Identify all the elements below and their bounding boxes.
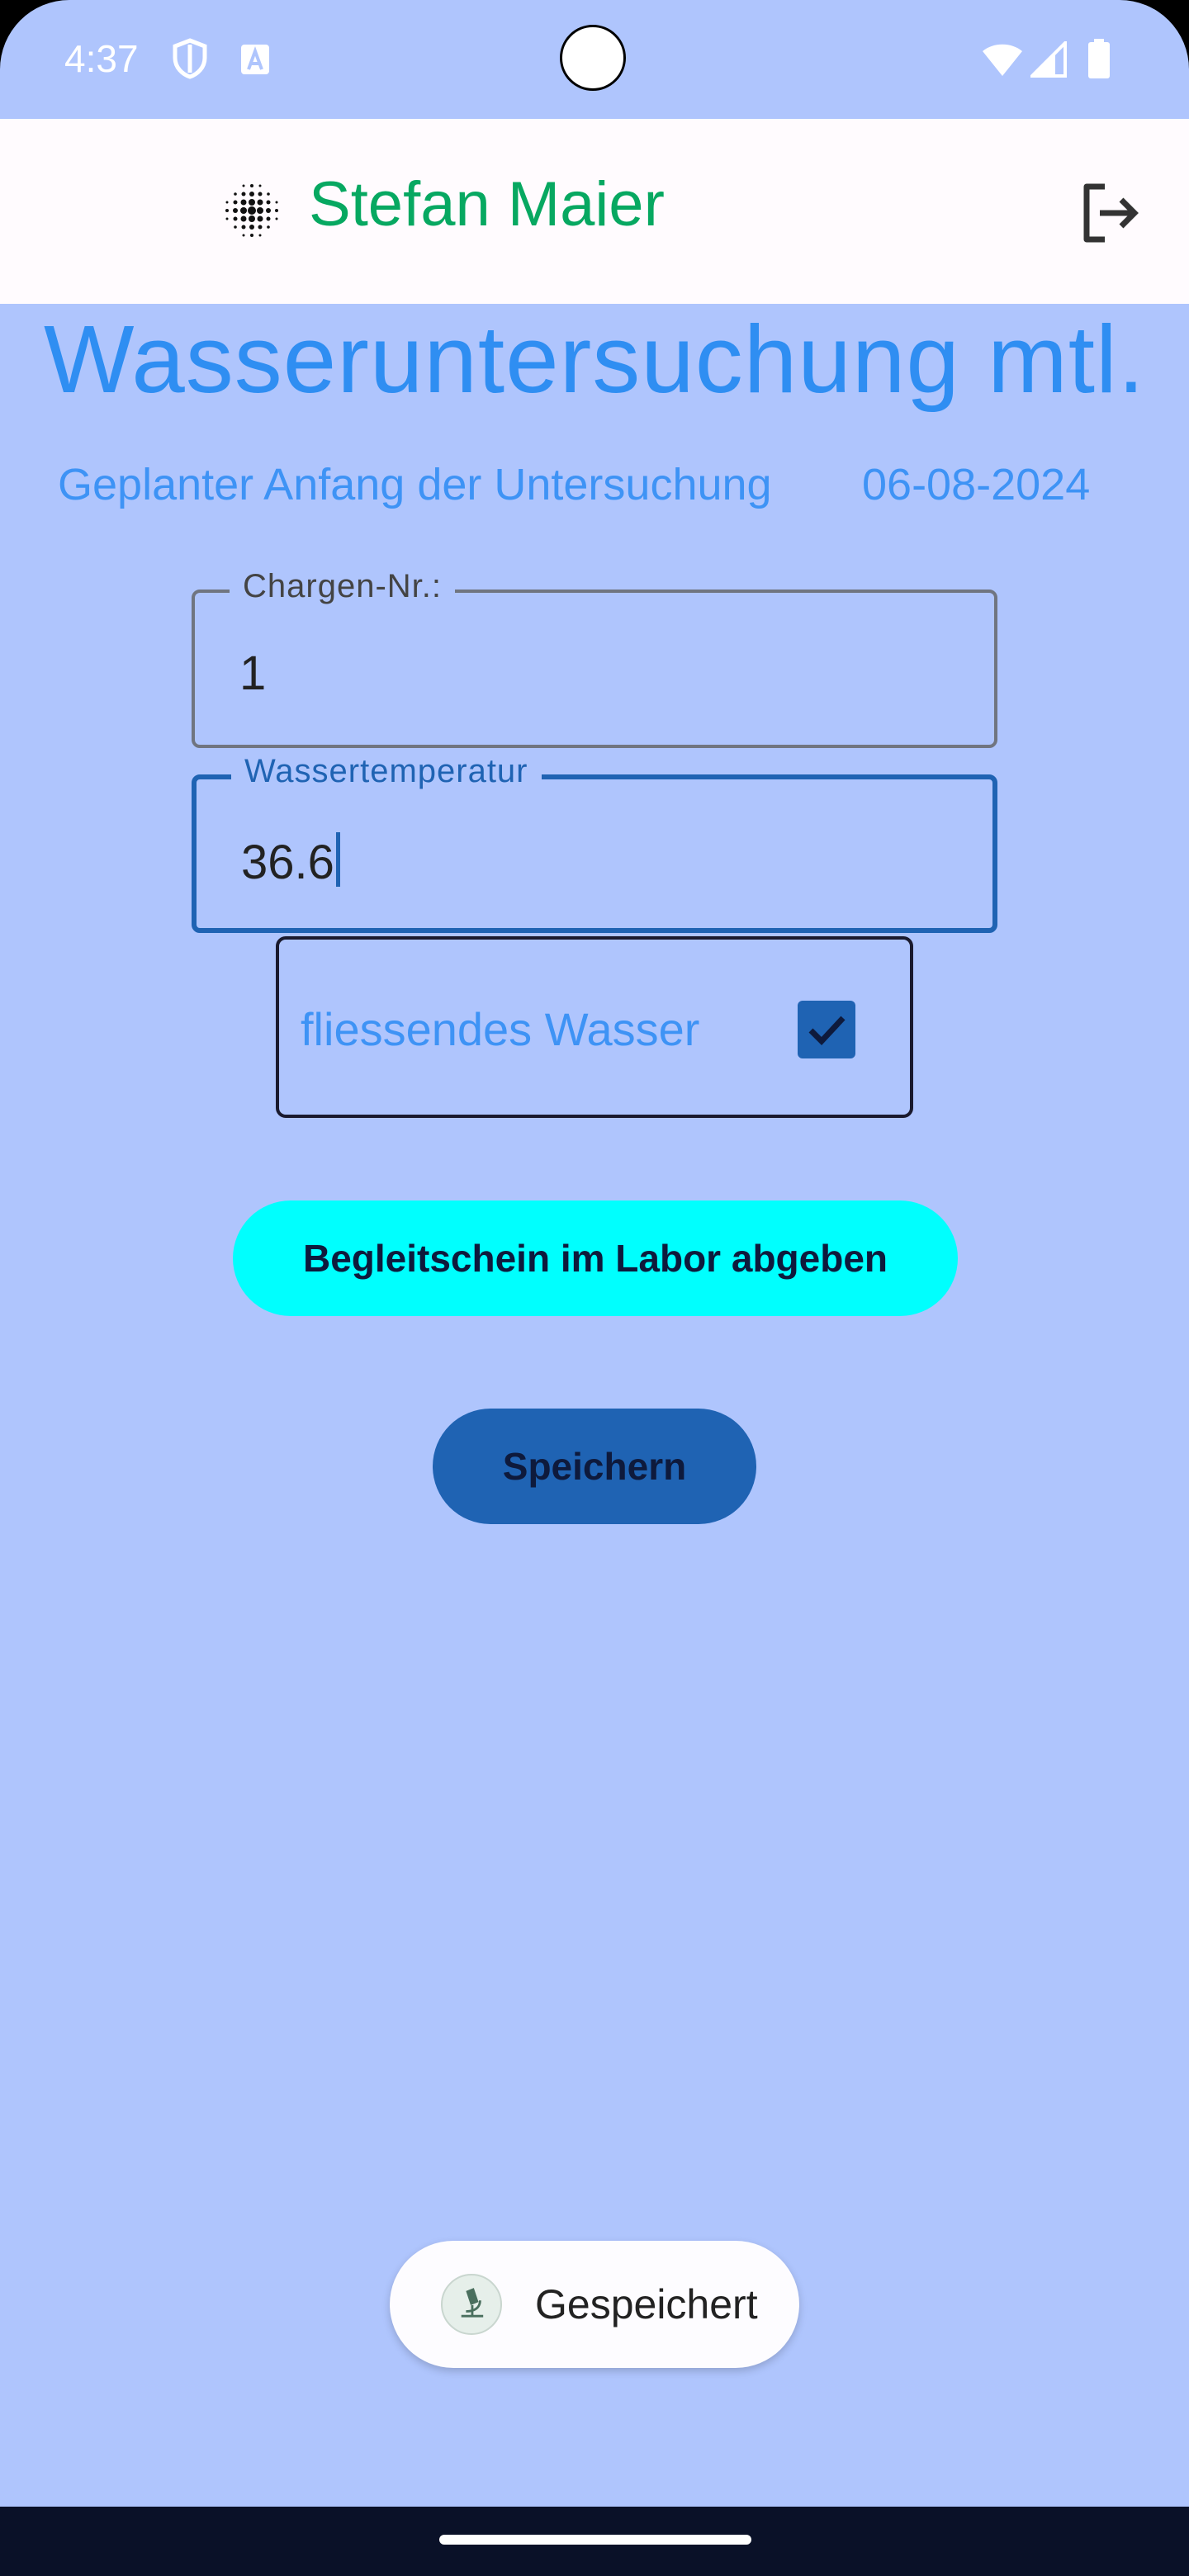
save-button[interactable]: Speichern: [433, 1409, 756, 1524]
batch-number-value[interactable]: 1: [239, 646, 266, 701]
water-temperature-label: Wassertemperatur: [231, 753, 542, 790]
wifi-icon: [983, 44, 1022, 76]
batch-number-field[interactable]: Chargen-Nr.: 1: [192, 568, 997, 748]
flowing-water-option[interactable]: fliessendes Wasser: [276, 936, 913, 1118]
planned-start-label: Geplanter Anfang der Untersuchung: [58, 460, 772, 509]
app-bar: Stefan Maier: [0, 119, 1189, 304]
logout-icon[interactable]: [1078, 182, 1141, 244]
flowing-water-checkbox[interactable]: [798, 1001, 855, 1058]
shield-icon: [173, 38, 207, 79]
water-temperature-field[interactable]: Wassertemperatur 36.6: [192, 753, 997, 933]
status-time: 4:37: [64, 37, 139, 80]
submit-to-lab-button[interactable]: Begleitschein im Labor abgeben: [233, 1200, 958, 1316]
text-cursor: [335, 832, 340, 887]
toast-message: Gespeichert: [535, 2281, 758, 2327]
signal-icon: [1030, 41, 1067, 78]
water-temperature-input[interactable]: 36.6: [241, 832, 340, 890]
microscope-app-icon: [441, 2274, 502, 2335]
dot-grid-logo-icon: [225, 184, 278, 237]
water-temperature-value: 36.6: [241, 836, 334, 889]
planned-start-date: 06-08-2024: [862, 460, 1091, 509]
saved-toast: Gespeichert: [390, 2241, 799, 2368]
checkmark-icon: [808, 1016, 846, 1046]
font-a-icon: [241, 45, 269, 74]
home-gesture-handle[interactable]: [439, 2535, 751, 2545]
page-title: Wasseruntersuchung mtl.: [44, 305, 1145, 413]
battery-icon: [1088, 39, 1110, 78]
app-screen: 4:37 Stefan Maier Wasseruntersuchung mtl…: [0, 0, 1189, 2576]
flowing-water-label: fliessendes Wasser: [301, 1003, 700, 1055]
user-name-title: Stefan Maier: [309, 169, 665, 239]
status-bar: 4:37: [0, 0, 1189, 119]
batch-number-label: Chargen-Nr.:: [230, 568, 455, 605]
front-camera: [560, 25, 626, 91]
